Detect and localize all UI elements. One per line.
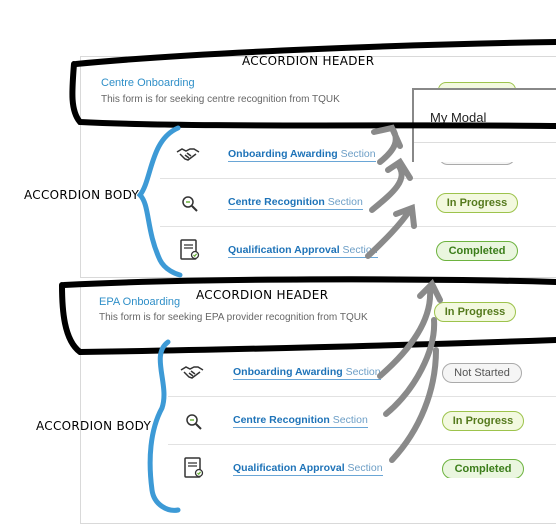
annotation-accordion-header-1: ACCORDION HEADER	[242, 54, 375, 68]
arrows	[365, 124, 443, 463]
annotation-overlay	[59, 39, 556, 513]
annotation-accordion-body-2: ACCORDION BODY	[36, 419, 152, 433]
body-2-brace	[147, 339, 181, 513]
annotation-accordion-body-1: ACCORDION BODY	[24, 188, 140, 202]
annotation-accordion-header-2: ACCORDION HEADER	[196, 288, 329, 302]
body-1-brace	[136, 125, 183, 278]
